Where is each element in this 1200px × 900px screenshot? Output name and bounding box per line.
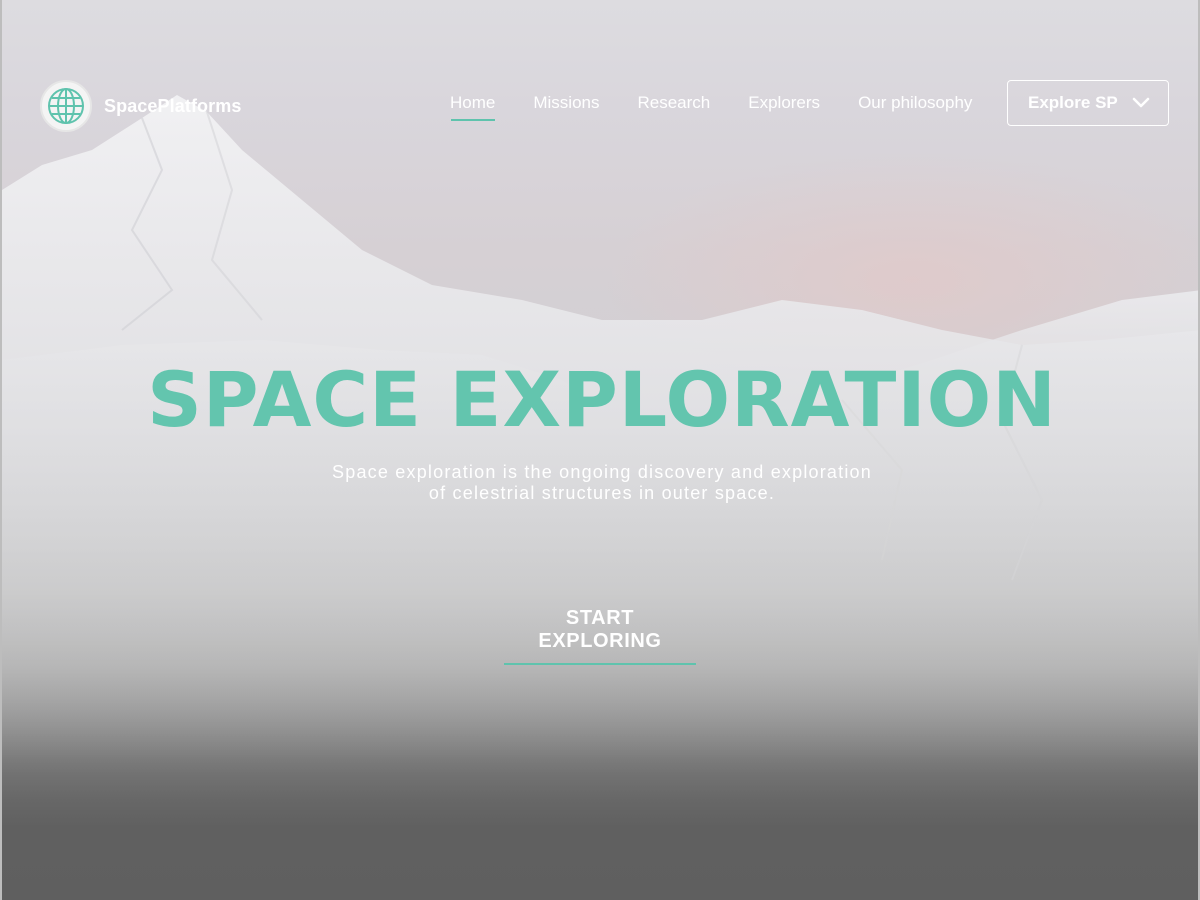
brand-name: SpacePlatforms	[104, 95, 242, 116]
nav-item-explorers[interactable]: Explorers	[748, 93, 820, 121]
main-nav: Home Missions Research Explorers Our phi…	[450, 93, 1010, 121]
hero-background: SpacePlatforms Home Missions Research Ex…	[0, 0, 1200, 900]
nav-item-home[interactable]: Home	[450, 93, 496, 121]
brand-logo[interactable]: SpacePlatforms	[40, 80, 241, 132]
hero-subtitle-line-1: Space exploration is the ongoing discove…	[332, 462, 872, 482]
globe-icon	[48, 88, 84, 124]
explore-sp-dropdown[interactable]: Explore SP	[1007, 80, 1169, 126]
hero-subtitle-line-2: of celestrial structures in outer space.	[428, 483, 776, 503]
hero-title: SPACE EXPLORATION	[147, 355, 1057, 444]
chevron-down-icon	[1132, 97, 1150, 108]
nav-item-missions[interactable]: Missions	[533, 93, 599, 121]
cta-underline	[504, 663, 696, 665]
nav-item-research[interactable]: Research	[637, 93, 710, 121]
mountain-image	[2, 95, 1198, 800]
start-exploring-button[interactable]: START EXPLORING	[502, 607, 698, 667]
explore-sp-label: Explore SP	[1028, 93, 1118, 112]
logo-badge	[40, 80, 92, 132]
hero-subtitle: Space exploration is the ongoing discove…	[2, 462, 1198, 504]
nav-item-our-philosophy[interactable]: Our philosophy	[858, 93, 972, 121]
